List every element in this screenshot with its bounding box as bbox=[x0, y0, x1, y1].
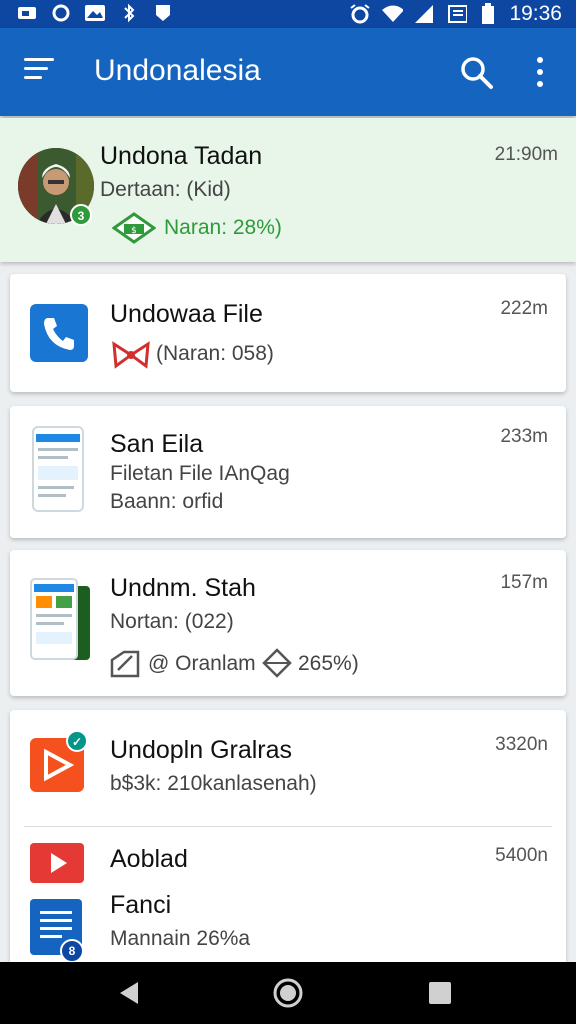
list-group: ✓ Undopln Gralras b$3k: 210kanlasenah) 3… bbox=[10, 710, 566, 970]
alarm-icon bbox=[349, 4, 371, 24]
item-subtitle: Dertaan: (Kid) bbox=[100, 178, 231, 201]
recents-icon[interactable] bbox=[428, 981, 452, 1005]
phone-app-icon bbox=[30, 304, 88, 362]
item-title: Undnm. Stah bbox=[110, 574, 256, 602]
item-subtitle: Fanci bbox=[110, 891, 172, 919]
item-time: 233m bbox=[500, 426, 548, 447]
item-subtitle: Filetan File IAnQag bbox=[110, 462, 290, 485]
item-subtitle: (Naran: 058) bbox=[156, 342, 274, 365]
item-title: Undona Tadan bbox=[100, 142, 263, 170]
item-title: Undowaa File bbox=[110, 300, 263, 328]
signal-icon bbox=[413, 4, 435, 24]
svg-text:$: $ bbox=[131, 226, 137, 236]
list-item[interactable]: Aoblad 8 Fanci Mannain 26%a 5400n bbox=[10, 827, 566, 970]
status-bar: 19:36 bbox=[0, 0, 576, 28]
photo-icon bbox=[84, 3, 106, 23]
app-screenshot-thumbnail bbox=[32, 426, 84, 512]
item-detail: @ Oranlam bbox=[148, 652, 256, 675]
video-app-icon bbox=[30, 843, 84, 883]
notification-badge-icon: ✓ bbox=[66, 730, 88, 752]
item-subtitle: b$3k: 210kanlasenah) bbox=[110, 772, 317, 795]
item-time: 5400n bbox=[495, 845, 548, 866]
list-item[interactable]: Undowaa File (Naran: 058) 222m bbox=[10, 274, 566, 392]
item-title: San Eila bbox=[110, 430, 204, 458]
navigation-bar bbox=[0, 962, 576, 1024]
bow-icon bbox=[112, 341, 150, 369]
app-title: Undonalesia bbox=[94, 54, 261, 87]
battery-icon bbox=[477, 3, 499, 24]
status-time: 19:36 bbox=[509, 2, 562, 25]
search-icon[interactable] bbox=[458, 54, 494, 90]
more-options-icon[interactable] bbox=[528, 54, 552, 90]
vibrate-icon bbox=[445, 4, 468, 24]
home-icon[interactable] bbox=[272, 977, 304, 1009]
circle-icon bbox=[50, 3, 72, 23]
list-item[interactable]: 3 Undona Tadan Dertaan: (Kid) $ Naran: 2… bbox=[0, 118, 576, 262]
edit-icon bbox=[110, 650, 140, 678]
item-time: 3320n bbox=[495, 734, 548, 755]
diamond-icon bbox=[262, 648, 292, 678]
item-detail: Baann: orfid bbox=[110, 490, 224, 513]
item-subtitle: Nortan: (022) bbox=[110, 610, 234, 633]
back-icon[interactable] bbox=[118, 980, 142, 1006]
item-detail: Mannain 26%a bbox=[110, 927, 251, 950]
wifi-icon bbox=[381, 4, 404, 24]
item-title: Aoblad bbox=[110, 845, 188, 873]
dollar-tag-icon: $ bbox=[112, 212, 156, 244]
list-item[interactable]: Undnm. Stah Nortan: (022) @ Oranlam 265%… bbox=[10, 550, 566, 696]
item-detail: Naran: 28%) bbox=[164, 216, 282, 239]
document-badge: 8 bbox=[60, 939, 84, 963]
shield-icon bbox=[152, 3, 174, 23]
item-detail-percent: 265%) bbox=[298, 652, 359, 675]
sim-icon bbox=[16, 3, 38, 23]
item-time: 222m bbox=[500, 298, 548, 319]
app-screenshot-thumbnail bbox=[30, 578, 90, 660]
menu-icon[interactable] bbox=[24, 58, 54, 82]
item-title: Undopln Gralras bbox=[110, 736, 293, 764]
list-item[interactable]: San Eila Filetan File IAnQag Baann: orfi… bbox=[10, 406, 566, 538]
item-time: 157m bbox=[500, 572, 548, 593]
app-bar: Undonalesia bbox=[0, 28, 576, 116]
avatar-badge: 3 bbox=[70, 204, 92, 226]
list-item[interactable]: ✓ Undopln Gralras b$3k: 210kanlasenah) 3… bbox=[10, 710, 566, 826]
bluetooth-icon bbox=[118, 3, 140, 23]
item-time: 21:90m bbox=[494, 144, 558, 165]
